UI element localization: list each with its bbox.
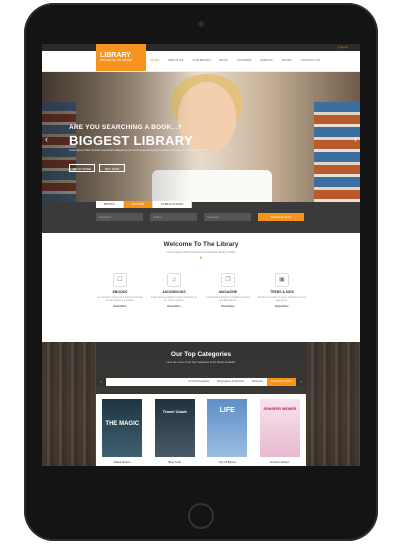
book-card[interactable]: Travel Guide Blue Train	[152, 399, 198, 466]
prev-slide-arrow-icon[interactable]: ‹	[45, 134, 48, 144]
feature-title: AUDIOBOOKS	[162, 290, 186, 294]
hero-title: BIGGEST LIBRARY	[69, 133, 193, 148]
keyword-field[interactable]: Keyword	[96, 213, 143, 221]
book-search-bar: BOOKS AUTHOR PUBLICATIONS Keyword Author…	[42, 201, 360, 233]
hero-slider: ‹ › ARE YOU SEARCHING A BOOK...? BIGGEST…	[42, 72, 360, 202]
top-categories-section: Our Top Categories Here are some of the …	[42, 342, 360, 466]
book-title[interactable]: City Of Bones	[204, 460, 250, 464]
feature-read-more-link[interactable]: Read More	[204, 305, 252, 308]
feature-read-more-link[interactable]: Read More	[150, 305, 198, 308]
categories-title: Our Top Categories	[170, 351, 232, 358]
author-field[interactable]: Author	[150, 213, 197, 221]
book-title[interactable]: Blue Train	[152, 460, 198, 464]
home-button[interactable]	[188, 503, 214, 529]
book-cover[interactable]: Travel Guide	[154, 399, 195, 457]
tab-books[interactable]: BOOKS	[96, 201, 124, 208]
nav-item-home[interactable]: HOME	[150, 58, 159, 62]
categories-subtitle: Here are some of the Top Categories of t…	[166, 361, 236, 364]
nav-item-events[interactable]: EVENTS	[260, 58, 272, 62]
book-card[interactable]: THE MAGIC Failed Illusion	[99, 399, 145, 466]
nav-item-contact[interactable]: CONTACT US	[301, 58, 320, 62]
feature-desc: An electronic version of a printed book …	[97, 296, 143, 302]
feature-magazine: ❒ MAGAZINE A periodical publication cont…	[204, 273, 252, 308]
nav-item-blog[interactable]: BLOG	[219, 58, 227, 62]
tab-author[interactable]: AUTHOR	[123, 201, 154, 208]
book-title[interactable]: Failed Illusion	[99, 460, 145, 464]
front-camera	[198, 21, 204, 27]
search-tabs: BOOKS AUTHOR PUBLICATIONS	[96, 201, 193, 208]
feature-title: MAGAZINE	[218, 290, 238, 294]
hero-books-right	[314, 102, 360, 202]
buy-now-button[interactable]: BUY NOW	[99, 164, 125, 172]
feature-audiobooks: ♫ AUDIOBOOKS Audio books available to li…	[150, 273, 198, 308]
feature-title: TEENS & KIDS	[270, 290, 294, 294]
tab-publications[interactable]: PUBLICATIONS	[153, 201, 193, 208]
film-icon: ▣	[275, 273, 289, 287]
category-tabs: ‹ Art & Photography Biographies & Memoir…	[96, 378, 306, 386]
tab-computers-tech[interactable]: Computers & Tech	[266, 378, 296, 386]
feature-desc: Books and stories for teens and kids of …	[258, 296, 306, 302]
welcome-subtitle: Lorem Ipsum Dolor Sit Amet Consectetur L…	[166, 250, 236, 254]
audiobook-icon: ♫	[167, 273, 181, 287]
hero-kicker: ARE YOU SEARCHING A BOOK...?	[69, 124, 182, 131]
book-card[interactable]: LIFE City Of Bones	[204, 399, 250, 466]
feature-desc: A periodical publication containing arti…	[205, 296, 251, 302]
search-now-button[interactable]: SEARCH NOW	[258, 213, 304, 221]
cover-title: JENNIFER WEINER	[263, 407, 297, 411]
feature-title: EBOOKS	[112, 290, 128, 294]
logo-tagline: ENGAGE ONLINE LIBRARY	[100, 59, 133, 62]
nav-menu: HOME ABOUT US OUR BOOKS BLOG AUTHORS EVE…	[150, 58, 320, 62]
book-carousel: THE MAGIC Failed Illusion Travel Guide B…	[96, 394, 306, 466]
hero-description: Lorem ipsum dolor sit amet consectetur a…	[69, 149, 209, 152]
book-cover[interactable]: LIFE	[207, 399, 248, 457]
website-screen: Mon-Sat 9:00am - 5:00pm f t g+ in LIBRAR…	[42, 44, 360, 466]
feature-desc: Audio books available to listen anywhere…	[150, 296, 198, 302]
tab-biographies[interactable]: Biographies & Memoirs	[213, 378, 248, 386]
feature-teens-kids: ▣ TEENS & KIDS Books and stories for tee…	[258, 273, 306, 308]
book-card[interactable]: JENNIFER WEINER Jennifer Weiner	[257, 399, 303, 466]
category-prev-icon[interactable]: ‹	[96, 378, 106, 386]
category-tab-list: Art & Photography Biographies & Memoirs …	[106, 378, 296, 386]
nav-item-pages[interactable]: PAGES	[281, 58, 291, 62]
main-navigation: LIBRARY ENGAGE ONLINE LIBRARY HOME ABOUT…	[42, 44, 360, 72]
feature-ebooks: ☐ EBOOKS An electronic version of a prin…	[96, 273, 144, 308]
nav-item-authors[interactable]: AUTHORS	[237, 58, 252, 62]
welcome-title: Welcome To The Library	[163, 241, 239, 248]
book-title[interactable]: Jennifer Weiner	[257, 460, 303, 464]
next-slide-arrow-icon[interactable]: ›	[354, 134, 357, 144]
nav-item-books[interactable]: OUR BOOKS	[192, 58, 210, 62]
feature-read-more-link[interactable]: Read More	[258, 305, 306, 308]
cover-title: LIFE	[219, 407, 235, 414]
social-icons[interactable]: f t g+ in	[338, 45, 348, 49]
category-field[interactable]: Category	[204, 213, 251, 221]
top-bar: Mon-Sat 9:00am - 5:00pm f t g+ in	[42, 44, 360, 51]
cover-title: THE MAGIC	[105, 421, 140, 427]
nav-item-about[interactable]: ABOUT US	[168, 58, 183, 62]
book-divider-icon: ❦	[199, 255, 203, 260]
feature-read-more-link[interactable]: Read More	[96, 305, 144, 308]
book-cover[interactable]: JENNIFER WEINER	[259, 399, 300, 457]
category-next-icon[interactable]: ›	[296, 378, 306, 386]
magazine-icon: ❒	[221, 273, 235, 287]
features-row: ☐ EBOOKS An electronic version of a prin…	[96, 273, 306, 308]
site-logo[interactable]: LIBRARY ENGAGE ONLINE LIBRARY	[96, 44, 146, 71]
tab-business[interactable]: Business	[248, 378, 267, 386]
ebook-icon: ☐	[113, 273, 127, 287]
logo-title: LIBRARY	[100, 52, 131, 59]
tab-art-photography[interactable]: Art & Photography	[184, 378, 213, 386]
book-cover[interactable]: THE MAGIC	[102, 399, 143, 457]
search-fields: Keyword Author Category SEARCH NOW	[96, 213, 304, 221]
read-more-button[interactable]: READ MORE	[69, 164, 95, 172]
cover-title: Travel Guide	[162, 409, 187, 414]
welcome-section: Welcome To The Library Lorem Ipsum Dolor…	[42, 233, 360, 342]
